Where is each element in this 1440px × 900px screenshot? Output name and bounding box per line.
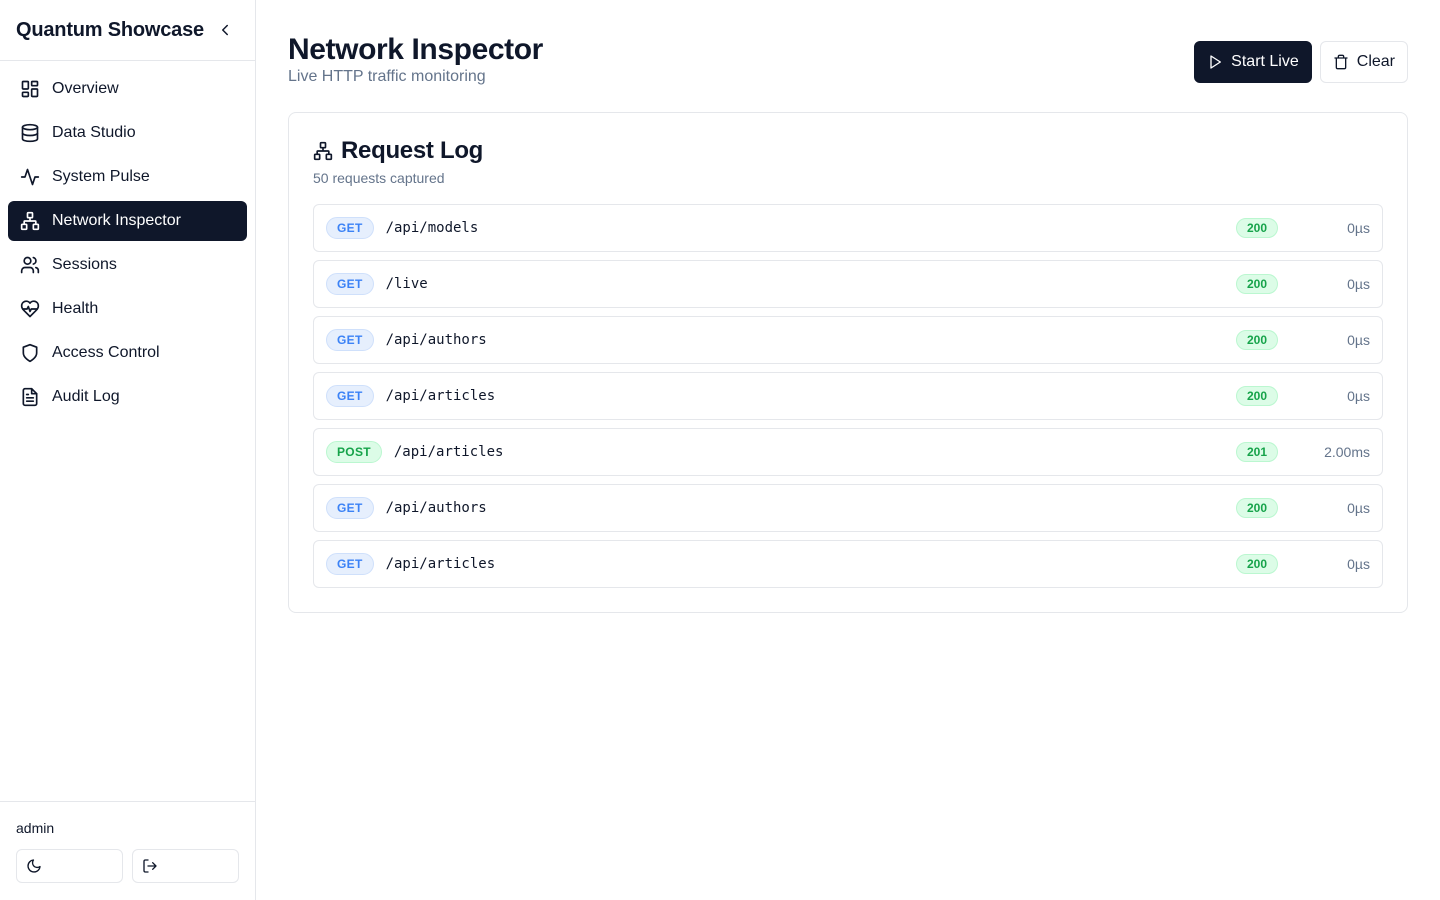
request-duration: 0µs	[1347, 276, 1370, 292]
sidebar-item-label: Audit Log	[52, 388, 120, 405]
status-badge: 200	[1235, 218, 1278, 238]
sidebar-item-system-pulse[interactable]: System Pulse	[8, 157, 247, 197]
request-row[interactable]: GET /api/articles 200 0µs	[313, 540, 1383, 588]
card-title-row: Request Log	[313, 137, 1383, 165]
sidebar-item-label: Overview	[52, 80, 119, 97]
chevron-left-icon	[222, 24, 228, 36]
logout-button[interactable]	[132, 849, 239, 883]
sidebar-item-health[interactable]: Health	[8, 289, 247, 329]
request-duration: 0µs	[1347, 500, 1370, 516]
network-icon	[313, 141, 333, 161]
request-path: /api/articles	[385, 388, 496, 404]
request-duration: 0µs	[1347, 556, 1370, 572]
sidebar-footer: admin	[0, 801, 255, 900]
method-badge: GET	[326, 329, 374, 351]
sidebar-item-network-inspector[interactable]: Network Inspector	[8, 201, 247, 241]
request-path: /api/articles	[385, 556, 496, 572]
request-path: /api/authors	[385, 332, 487, 348]
status-badge: 200	[1235, 554, 1278, 574]
clear-button[interactable]: Clear	[1319, 41, 1408, 83]
request-path: /api/articles	[393, 444, 504, 460]
method-badge: POST	[326, 441, 382, 463]
footer-buttons	[16, 849, 239, 883]
request-duration: 2.00ms	[1324, 444, 1370, 460]
status-badge: 201	[1235, 442, 1278, 462]
request-path: /live	[385, 276, 428, 292]
method-badge: GET	[326, 385, 374, 407]
request-row[interactable]: GET /api/authors 200 0µs	[313, 316, 1383, 364]
card-title: Request Log	[341, 137, 484, 164]
status-badge: 200	[1235, 330, 1278, 350]
collapse-sidebar-button[interactable]	[213, 18, 237, 42]
page-heading: Network Inspector Live HTTP traffic moni…	[288, 32, 543, 86]
status-badge: 200	[1235, 498, 1278, 518]
page-title: Network Inspector	[288, 33, 543, 66]
sidebar-item-audit-log[interactable]: Audit Log	[8, 377, 247, 417]
heart-pulse-icon	[20, 299, 40, 319]
brand-title: Quantum Showcase	[16, 18, 204, 41]
method-badge: GET	[326, 497, 374, 519]
activity-icon	[20, 167, 40, 187]
sidebar-item-label: Data Studio	[52, 124, 136, 141]
layout-dashboard-icon	[20, 79, 40, 99]
play-icon	[1207, 54, 1223, 70]
sidebar-item-label: System Pulse	[52, 168, 150, 185]
sidebar-item-label: Network Inspector	[52, 212, 181, 229]
theme-toggle-button[interactable]	[16, 849, 123, 883]
request-path: /api/models	[385, 220, 479, 236]
sidebar-item-sessions[interactable]: Sessions	[8, 245, 247, 285]
users-icon	[20, 255, 40, 275]
sidebar-nav: Overview Data Studio System Pulse Networ…	[0, 61, 255, 801]
page-header: Network Inspector Live HTTP traffic moni…	[288, 32, 1408, 86]
clear-label: Clear	[1356, 53, 1395, 70]
status-badge: 200	[1235, 386, 1278, 406]
request-list: GET /api/models 200 0µs GET /live 200 0µ…	[313, 204, 1383, 588]
sidebar: Quantum Showcase Overview Data Studio Sy…	[0, 0, 256, 900]
database-icon	[20, 123, 40, 143]
request-log-card: Request Log 50 requests captured GET /ap…	[288, 112, 1408, 613]
header-actions: Start Live Clear	[1194, 41, 1408, 83]
request-duration: 0µs	[1347, 332, 1370, 348]
network-icon	[20, 211, 40, 231]
method-badge: GET	[326, 217, 374, 239]
sidebar-item-label: Access Control	[52, 344, 160, 361]
status-badge: 200	[1235, 274, 1278, 294]
request-row[interactable]: POST /api/articles 201 2.00ms	[313, 428, 1383, 476]
request-duration: 0µs	[1347, 388, 1370, 404]
sidebar-item-access-control[interactable]: Access Control	[8, 333, 247, 373]
method-badge: GET	[326, 553, 374, 575]
request-duration: 0µs	[1347, 220, 1370, 236]
sidebar-item-label: Sessions	[52, 256, 117, 273]
main-content: Network Inspector Live HTTP traffic moni…	[256, 0, 1440, 900]
request-row[interactable]: GET /api/models 200 0µs	[313, 204, 1383, 252]
sidebar-item-label: Health	[52, 300, 99, 317]
moon-icon	[27, 859, 41, 873]
sidebar-item-data-studio[interactable]: Data Studio	[8, 113, 247, 153]
start-live-label: Start Live	[1231, 53, 1299, 70]
log-out-icon	[143, 859, 157, 873]
method-badge: GET	[326, 273, 374, 295]
page-subtitle: Live HTTP traffic monitoring	[288, 68, 486, 85]
card-subtitle: 50 requests captured	[313, 170, 445, 186]
trash-icon	[1333, 54, 1349, 70]
shield-icon	[20, 343, 40, 363]
request-row[interactable]: GET /live 200 0µs	[313, 260, 1383, 308]
sidebar-header: Quantum Showcase	[0, 0, 255, 61]
sidebar-item-overview[interactable]: Overview	[8, 69, 247, 109]
current-user: admin	[16, 820, 55, 836]
request-row[interactable]: GET /api/authors 200 0µs	[313, 484, 1383, 532]
request-row[interactable]: GET /api/articles 200 0µs	[313, 372, 1383, 420]
request-path: /api/authors	[385, 500, 487, 516]
start-live-button[interactable]: Start Live	[1194, 41, 1312, 83]
file-text-icon	[20, 387, 40, 407]
